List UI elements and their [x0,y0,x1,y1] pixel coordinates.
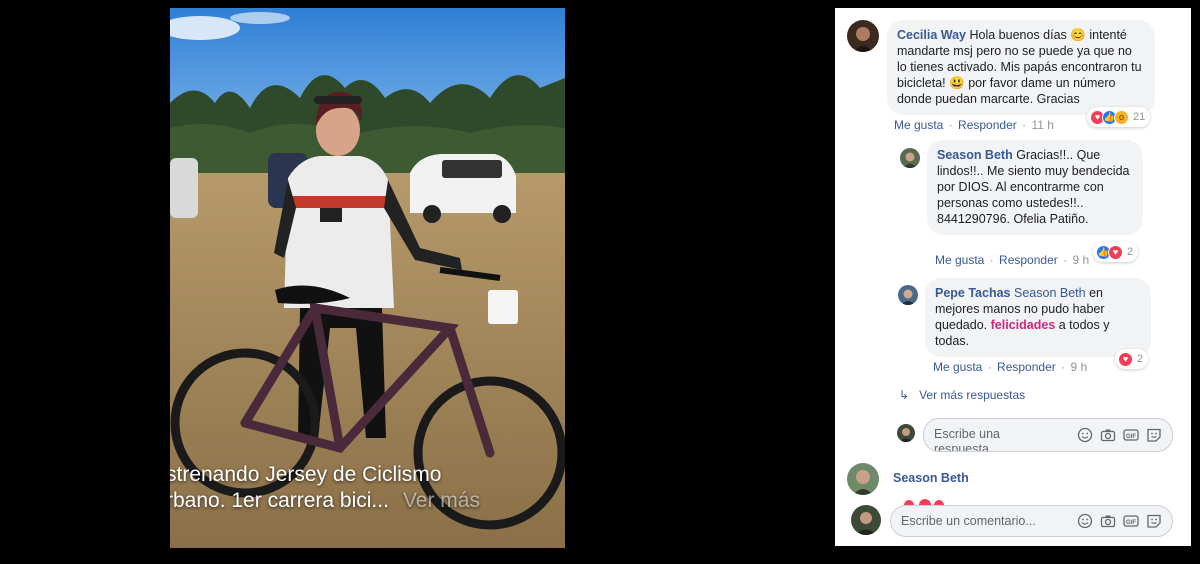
reply-link[interactable]: Responder [958,118,1017,132]
current-user-avatar [851,505,881,535]
commenter-avatar[interactable] [847,20,879,52]
reply-bubble: Pepe Tachas Season Beth en mejores manos… [925,278,1151,357]
reply-link[interactable]: Responder [999,253,1058,267]
reaction-count: 2 [1127,246,1134,258]
separator: · [987,360,992,374]
see-more-replies-link[interactable]: ↳ Ver más respuestas [899,388,1025,402]
love-icon: ♥ [1118,351,1133,367]
commenter-avatar[interactable] [847,463,879,495]
caption-line-2: rbano. 1er carrera bici... Ver más [170,488,565,514]
reply-time[interactable]: 9 h [1072,253,1089,267]
wow-icon: o [1114,109,1129,125]
reply-bubble: Season Beth Gracias!!.. Que lindos!!.. M… [927,140,1143,235]
grin-emoji-icon: 😃 [949,76,965,90]
comment-reactions[interactable]: ♥ 👍 o 21 [1087,107,1151,127]
emoji-icon[interactable] [1076,512,1093,529]
separator: · [1063,253,1068,267]
svg-text:GIF: GIF [1126,520,1136,526]
right-edge [1191,0,1200,564]
reply-reactions[interactable]: 👍 ♥ 2 [1093,242,1139,262]
like-link[interactable]: Me gusta [894,118,943,132]
reply-author[interactable]: Pepe Tachas [935,286,1011,300]
reply-arrow-icon: ↳ [899,388,910,402]
caption-line-2-text: rbano. 1er carrera bici... [170,489,389,512]
comment-text-part1: Hola buenos días [969,28,1067,42]
reply-avatar[interactable] [900,148,920,168]
current-user-avatar [897,424,915,442]
comment-actions: Me gusta · Responder · 11 h [894,118,1054,132]
mention-link[interactable]: Season Beth [1014,286,1086,300]
separator: · [948,118,953,132]
separator: · [989,253,994,267]
reply-actions: Me gusta · Responder · 9 h [933,360,1087,374]
sticker-icon[interactable] [1145,512,1162,529]
reply-author[interactable]: Season Beth [937,148,1013,162]
separator: · [1061,360,1066,374]
like-link[interactable]: Me gusta [935,253,984,267]
photo-bottom-bar [0,548,835,564]
emoji-icon[interactable] [1076,426,1093,443]
like-link[interactable]: Me gusta [933,360,982,374]
camera-icon[interactable] [1099,426,1116,443]
reply-time[interactable]: 9 h [1070,360,1087,374]
caption-line-1: strenando Jersey de Ciclismo [170,463,442,486]
comment-input-tools: GIF [1076,512,1162,529]
reply-input[interactable]: Escribe una respuesta... GIF [923,418,1173,452]
reply-input-tools: GIF [1076,426,1162,443]
reply-reactions[interactable]: ♥ 2 [1115,349,1149,369]
caption-see-more-link[interactable]: Ver más [403,489,480,512]
comment-bubble: Cecilia Way Hola buenos días 😊 intenté m… [887,20,1155,115]
next-comment-author[interactable]: Season Beth [893,471,969,485]
photo-caption: strenando Jersey de Ciclismo rbano. 1er … [170,458,565,548]
love-icon: ♥ [1108,244,1123,260]
reply-avatar[interactable] [898,285,918,305]
comments-panel[interactable]: Cecilia Way Hola buenos días 😊 intenté m… [835,8,1191,546]
reaction-count: 2 [1137,353,1144,365]
comment-author[interactable]: Cecilia Way [897,28,966,42]
svg-text:GIF: GIF [1126,434,1136,440]
reply-input-placeholder: Escribe una respuesta... [934,427,1001,452]
sticker-icon[interactable] [1145,426,1162,443]
photo-viewer: strenando Jersey de Ciclismo rbano. 1er … [0,0,835,564]
camera-icon[interactable] [1099,512,1116,529]
comment-time[interactable]: 11 h [1031,118,1053,132]
smile-emoji-icon: 😊 [1070,28,1086,42]
comment-input[interactable]: Escribe un comentario... GIF [890,505,1173,537]
reaction-count: 21 [1133,111,1146,123]
gif-icon[interactable]: GIF [1122,512,1139,529]
comment-input-placeholder: Escribe un comentario... [901,514,1036,528]
highlighted-word: felicidades [990,318,1056,332]
see-more-replies-label[interactable]: Ver más respuestas [919,388,1025,402]
reply-link[interactable]: Responder [997,360,1056,374]
gif-icon[interactable]: GIF [1122,426,1139,443]
separator: · [1022,118,1027,132]
reply-actions: Me gusta · Responder · 9 h [935,253,1089,267]
cut-off-reactions [899,492,959,511]
